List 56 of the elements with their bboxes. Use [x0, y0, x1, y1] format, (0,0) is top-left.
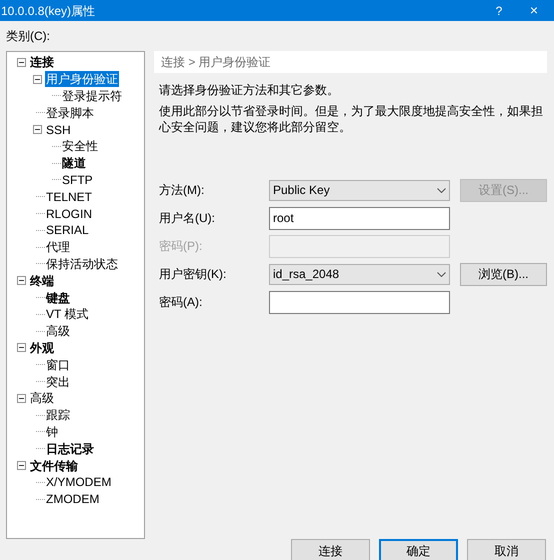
field-label: 密码(A): — [159, 294, 204, 311]
collapse-icon[interactable] — [16, 343, 26, 352]
collapse-icon[interactable] — [16, 394, 26, 403]
tree-item[interactable]: 高级 — [29, 390, 55, 406]
tree-item[interactable]: 钟 — [45, 424, 59, 440]
tree-item[interactable]: 用户身份验证 — [45, 71, 119, 88]
tree-item[interactable]: ZMODEM — [45, 491, 100, 508]
window-title: 10.0.0.8(key)属性 — [0, 2, 96, 20]
collapse-icon[interactable] — [16, 276, 26, 286]
tree-item[interactable]: 安全性 — [61, 138, 99, 154]
tree-item[interactable]: SERIAL — [45, 222, 90, 238]
field-label: 用户密钥(K): — [159, 266, 228, 283]
tree-item[interactable]: 登录脚本 — [45, 104, 95, 121]
tree-item[interactable]: TELNET — [45, 188, 94, 205]
tree-item[interactable]: SSH — [45, 122, 72, 138]
tree-item[interactable]: 保持活动状态 — [45, 256, 119, 272]
field-label: 方法(M): — [159, 182, 206, 199]
tree-item[interactable]: 外观 — [29, 340, 55, 356]
tree-item[interactable]: 突出 — [45, 374, 71, 390]
tree-item[interactable]: 登录提示符 — [61, 88, 123, 104]
dropdown[interactable]: id_rsa_2048 — [269, 264, 450, 284]
field-label: 密码(P): — [159, 238, 204, 255]
tree-item[interactable]: 跟踪 — [45, 407, 71, 424]
tree-item[interactable]: RLOGIN — [45, 206, 94, 222]
input-field[interactable] — [269, 290, 450, 314]
tree-item[interactable]: 窗口 — [45, 356, 71, 373]
dialog-button[interactable]: 确定 — [379, 539, 458, 560]
dialog-button[interactable]: 取消 — [467, 539, 546, 560]
description-text: 使用此部分以节省登录时间。但是，为了最大限度地提高安全性，如果担心安全问题，建议您将此部分留空。 — [159, 103, 544, 135]
tree-item[interactable]: VT 模式 — [45, 306, 90, 322]
tree-item[interactable]: 隧道 — [61, 155, 87, 172]
input-field[interactable]: root — [269, 206, 450, 230]
tree-item[interactable]: 终端 — [29, 272, 55, 289]
breadcrumb: 连接 > 用户身份验证 — [154, 51, 547, 73]
tree-item[interactable]: 连接 — [29, 54, 55, 70]
chevron-icon — [437, 188, 446, 192]
help-button[interactable]: ? — [484, 2, 514, 20]
field-label: 用户名(U): — [159, 210, 216, 227]
tree-item[interactable]: SFTP — [61, 172, 94, 188]
dropdown[interactable]: Public Key — [269, 180, 450, 200]
chevron-icon — [437, 272, 446, 276]
close-button[interactable]: × — [514, 0, 554, 21]
collapse-icon[interactable] — [32, 125, 42, 134]
side-button[interactable]: 浏览(B)... — [460, 262, 547, 286]
collapse-icon[interactable] — [16, 58, 26, 67]
collapse-icon[interactable] — [16, 461, 26, 470]
tree-item[interactable]: 日志记录 — [45, 440, 95, 457]
category-label: 类别(C): — [6, 29, 51, 43]
tree-item[interactable]: 高级 — [45, 323, 71, 340]
tree-item[interactable]: 代理 — [45, 239, 71, 256]
intro-text: 请选择身份验证方法和其它参数。 — [159, 82, 340, 99]
tree-item[interactable]: 键盘 — [45, 290, 71, 306]
tree-item[interactable]: 文件传输 — [29, 458, 79, 474]
tree-item[interactable]: X/YMODEM — [45, 474, 112, 490]
dialog-button[interactable]: 连接 — [291, 539, 370, 560]
collapse-icon[interactable] — [32, 74, 42, 84]
